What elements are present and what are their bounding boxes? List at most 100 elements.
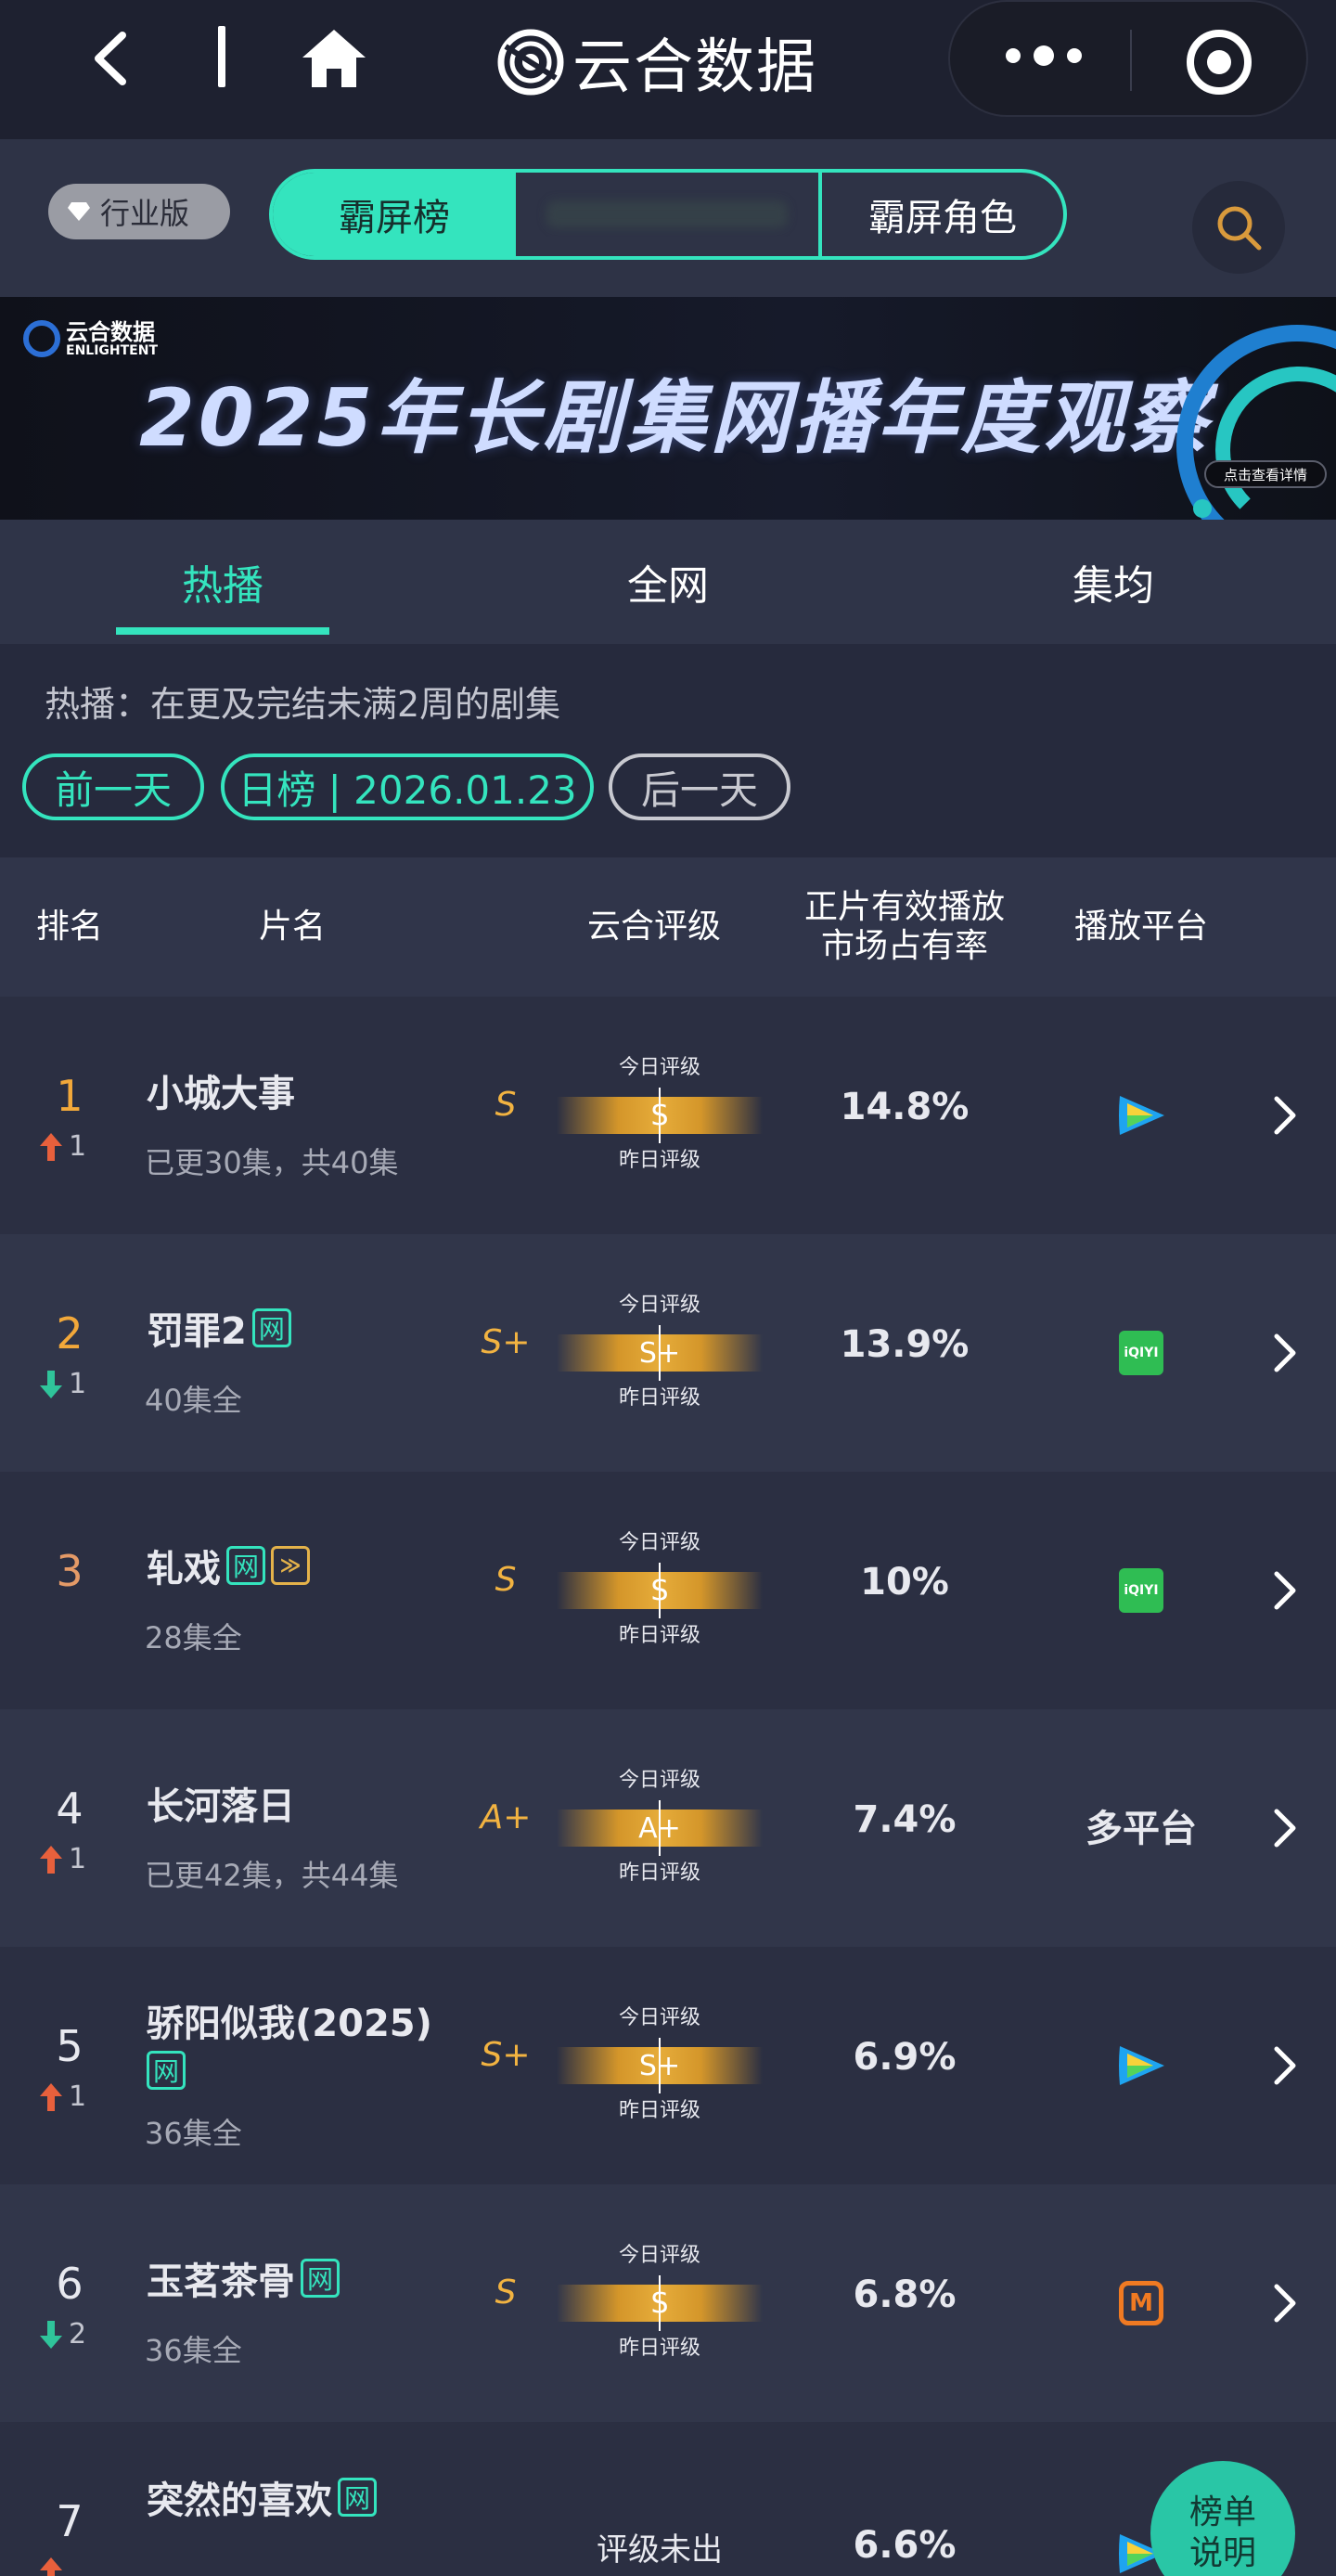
platform-iqiyi: iQIYI bbox=[1095, 1561, 1188, 1620]
banner-logo-icon bbox=[23, 320, 60, 357]
prev-day-button[interactable]: 前一天 bbox=[22, 753, 204, 820]
banner-headline: 2025年长剧集网播年度观察 bbox=[139, 372, 1212, 465]
table-row[interactable]: 4 1 长河落日 已更42集，共44集 A+ 今日评级 A+ 昨日评级 7.4%… bbox=[0, 1709, 1336, 1947]
today-rating-label: 今日评级 bbox=[618, 1294, 700, 1317]
table-row[interactable]: 3 轧戏网 ≫ 28集全 S 今日评级 S 昨日评级 10% iQIYI bbox=[0, 1472, 1336, 1709]
banner-ring-dot bbox=[1193, 499, 1212, 518]
chevron-right-icon[interactable] bbox=[1271, 2043, 1299, 2088]
search-icon bbox=[1217, 206, 1262, 251]
arrow-up-icon bbox=[40, 2557, 62, 2576]
show-title[interactable]: 长河落日 bbox=[147, 1776, 295, 1830]
market-share: 7.4% bbox=[853, 1798, 957, 1841]
banner-logo-cn: 云合数据 bbox=[66, 319, 155, 345]
web-drama-tag: 网 bbox=[226, 1546, 265, 1585]
segment-obscured[interactable] bbox=[516, 173, 822, 256]
episode-status: 28集全 bbox=[145, 1620, 242, 1655]
show-title[interactable]: 骄阳似我(2025) 网 bbox=[147, 1993, 432, 2090]
today-rating-label: 今日评级 bbox=[618, 1056, 700, 1079]
episode-status: 已更42集，共44集 bbox=[145, 1858, 399, 1893]
table-row[interactable]: 6 2 玉茗茶骨网 36集全 S 今日评级 S 昨日评级 6.8% M bbox=[0, 2184, 1336, 2422]
chevron-left-icon[interactable] bbox=[84, 26, 139, 91]
ranking-segment-control: 霸屏榜 霸屏角色 bbox=[269, 169, 1067, 260]
arrow-down-icon bbox=[40, 2320, 62, 2349]
chevron-right-icon[interactable] bbox=[1271, 1331, 1299, 1375]
industry-badge-label: 行业版 bbox=[100, 196, 190, 231]
app-title: 云合数据 bbox=[572, 33, 817, 102]
rating-bar: S bbox=[557, 1088, 763, 1143]
target-icon[interactable] bbox=[1187, 30, 1252, 95]
table-row[interactable]: 7 突然的喜欢网 评级未出 6.6% bbox=[0, 2422, 1336, 2576]
rating-bar: S bbox=[557, 1563, 763, 1618]
rank-trend: 1 bbox=[37, 2080, 121, 2113]
column-market-share: 正片有效播放市场占有率 bbox=[803, 888, 1005, 965]
rank-change: 1 bbox=[69, 1843, 87, 1875]
column-title: 片名 bbox=[258, 908, 326, 946]
next-day-button[interactable]: 后一天 bbox=[609, 753, 790, 820]
market-share: 6.6% bbox=[853, 2524, 957, 2567]
column-rank: 排名 bbox=[35, 908, 103, 946]
iqiyi-icon: iQIYI bbox=[1119, 1568, 1163, 1613]
show-title[interactable]: 小城大事 bbox=[147, 1063, 295, 1117]
diamond-icon bbox=[68, 202, 90, 221]
arrow-down-icon bbox=[40, 1370, 62, 1398]
episode-status: 已更30集，共40集 bbox=[145, 1145, 399, 1180]
rating-value: S bbox=[495, 2273, 517, 2312]
column-rating: 云合评级 bbox=[586, 908, 721, 946]
column-platform: 播放平台 bbox=[1073, 908, 1208, 946]
web-drama-tag: 网 bbox=[251, 1308, 291, 1347]
search-button[interactable] bbox=[1192, 181, 1285, 274]
show-title[interactable]: 突然的喜欢网 bbox=[147, 2470, 377, 2524]
yesterday-rating-label: 昨日评级 bbox=[618, 2337, 700, 2360]
mango-tv-icon: M bbox=[1119, 2281, 1163, 2325]
fast-forward-tag: ≫ bbox=[271, 1546, 310, 1585]
tencent-video-icon bbox=[1119, 1096, 1164, 1135]
show-title[interactable]: 玉茗茶骨网 bbox=[147, 2251, 340, 2305]
help-label-line1: 榜单 bbox=[1188, 2493, 1256, 2531]
industry-edition-badge[interactable]: 行业版 bbox=[48, 184, 230, 239]
rating-value: S bbox=[495, 1086, 517, 1124]
show-title[interactable]: 罚罪2 网 bbox=[147, 1301, 291, 1355]
rating-bar: S+ bbox=[557, 2038, 763, 2093]
tab-hot[interactable]: 热播 bbox=[116, 520, 329, 644]
more-dots-icon[interactable] bbox=[1006, 45, 1082, 66]
app-brand: 云合数据 bbox=[496, 20, 817, 104]
tab-per-episode[interactable]: 集均 bbox=[1007, 520, 1220, 644]
segment-screen-dominance[interactable]: 霸屏榜 bbox=[273, 173, 516, 256]
chevron-right-icon[interactable] bbox=[1271, 1093, 1299, 1138]
rating-value: S bbox=[495, 1561, 517, 1599]
date-selector[interactable]: 日榜 | 2026.01.23 bbox=[221, 753, 594, 820]
episode-status: 36集全 bbox=[145, 2116, 242, 2151]
platform-mango-tv: M bbox=[1095, 2273, 1188, 2333]
platform-iqiyi: iQIYI bbox=[1095, 1323, 1188, 1383]
arrow-up-icon bbox=[40, 1132, 62, 1161]
table-row[interactable]: 2 1 罚罪2 网 40集全 S+ 今日评级 S+ 昨日评级 13.9% iQIY… bbox=[0, 1234, 1336, 1472]
rank-trend: 1 bbox=[37, 1368, 121, 1400]
rank-change: 1 bbox=[69, 1368, 87, 1400]
table-row[interactable]: 1 1 小城大事 已更30集，共40集 S 今日评级 S 昨日评级 14.8% bbox=[0, 997, 1336, 1234]
home-icon[interactable] bbox=[299, 26, 369, 91]
promo-banner[interactable]: 云合数据 ENLIGHTENT 2025年长剧集网播年度观察 点击查看详情 bbox=[0, 297, 1336, 520]
rank-number: 5 bbox=[56, 2021, 84, 2071]
chevron-right-icon[interactable] bbox=[1271, 1568, 1299, 1613]
show-title[interactable]: 轧戏网 ≫ bbox=[147, 1539, 310, 1592]
active-tab-indicator bbox=[116, 627, 329, 635]
web-drama-tag: 网 bbox=[147, 2051, 186, 2090]
rank-trend: 1 bbox=[37, 1843, 121, 1875]
ranking-info: 热播：在更及完结未满2周的剧集 前一天 日榜 | 2026.01.23 后一天 bbox=[0, 644, 1336, 857]
chevron-right-icon[interactable] bbox=[1271, 1806, 1299, 1850]
table-row[interactable]: 5 1 骄阳似我(2025) 网 36集全 S+ 今日评级 S+ 昨日评级 6.9… bbox=[0, 1947, 1336, 2184]
table-header: 排名 片名 云合评级 正片有效播放市场占有率 播放平台 bbox=[0, 857, 1336, 997]
episode-status: 40集全 bbox=[145, 1383, 242, 1418]
banner-detail-button[interactable]: 点击查看详情 bbox=[1204, 460, 1327, 488]
help-label-line2: 说明 bbox=[1188, 2534, 1256, 2572]
segment-screen-roles[interactable]: 霸屏角色 bbox=[822, 173, 1063, 256]
market-share: 10% bbox=[860, 1561, 949, 1604]
yesterday-rating-label: 昨日评级 bbox=[618, 1149, 700, 1172]
tencent-video-icon bbox=[1119, 2046, 1164, 2085]
obscured-label bbox=[546, 200, 788, 228]
rank-change: 2 bbox=[69, 2318, 87, 2351]
chevron-right-icon[interactable] bbox=[1271, 2281, 1299, 2325]
yesterday-rating-label: 昨日评级 bbox=[618, 1386, 700, 1410]
today-rating-label: 今日评级 bbox=[618, 2244, 700, 2267]
tab-all-network[interactable]: 全网 bbox=[561, 520, 775, 644]
